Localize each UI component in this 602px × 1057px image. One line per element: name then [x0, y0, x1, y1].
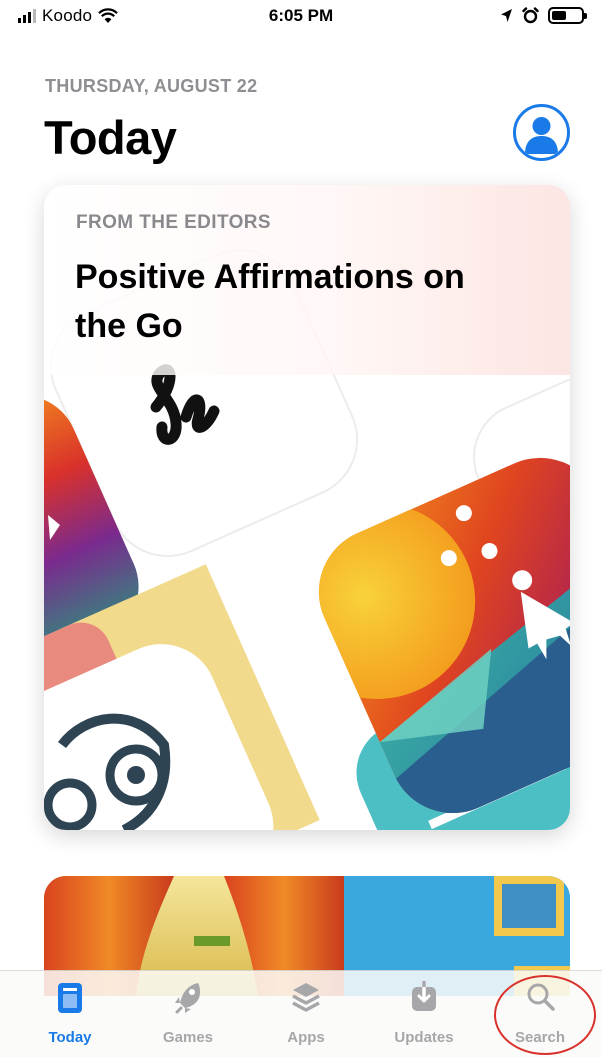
alarm-icon [522, 7, 539, 24]
card-header: FROM THE EDITORS Positive Affirmations o… [44, 185, 570, 375]
layers-icon [292, 983, 320, 1012]
location-arrow-icon [501, 9, 512, 22]
tab-today[interactable]: Today [26, 979, 114, 1051]
date-label: THURSDAY, AUGUST 22 [45, 76, 258, 96]
tab-updates[interactable]: Updates [380, 979, 468, 1051]
tab-label-search: Search [514, 1029, 566, 1046]
card-eyebrow: FROM THE EDITORS [76, 212, 271, 233]
tab-apps[interactable]: Apps [262, 979, 350, 1051]
tab-search[interactable]: Search [496, 979, 584, 1051]
today-icon [58, 983, 82, 1013]
person-icon [525, 117, 558, 154]
tab-bar: Today Games Apps Updates Search [0, 970, 602, 1057]
page-title: Today [44, 111, 177, 164]
card-title: Positive Affirmations on the Go [75, 258, 465, 345]
tab-games[interactable]: Games [144, 979, 232, 1051]
download-icon [412, 981, 436, 1011]
tab-label-updates: Updates [394, 1029, 454, 1046]
tab-label-games: Games [162, 1029, 214, 1046]
tab-label-apps: Apps [287, 1029, 325, 1046]
battery-icon [548, 7, 587, 24]
account-avatar-button[interactable] [513, 104, 570, 161]
status-bar: Koodo 6:05 PM [0, 0, 602, 40]
search-icon [527, 983, 555, 1011]
rocket-icon [175, 983, 201, 1014]
battery-fill [552, 11, 566, 20]
tab-label-today: Today [48, 1029, 92, 1046]
featured-story-card[interactable]: FROM THE EDITORS Positive Affirmations o… [44, 185, 570, 830]
status-right [500, 7, 587, 24]
